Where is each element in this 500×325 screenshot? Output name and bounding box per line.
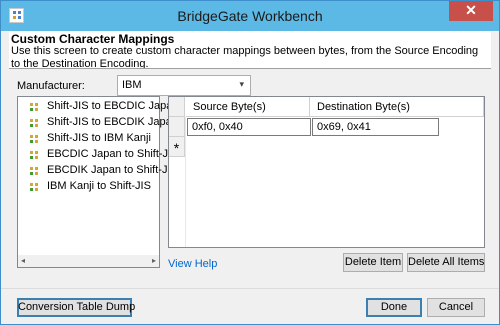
tree-item-label: Shift-JIS to IBM Kanji xyxy=(47,132,151,144)
source-byte-cell[interactable]: 0xf0, 0x40 xyxy=(187,118,311,136)
tree-item-label: Shift-JIS to EBCDIC Japan xyxy=(47,100,179,112)
mapping-icon xyxy=(30,119,39,128)
view-help-link[interactable]: View Help xyxy=(168,258,217,270)
conversion-table-dump-button[interactable]: Conversion Table Dump xyxy=(17,298,135,317)
mapping-icon xyxy=(30,135,39,144)
tree-horizontal-scrollbar[interactable]: ◂ ▸ xyxy=(18,255,159,267)
banner-divider xyxy=(9,68,491,69)
mapping-icon xyxy=(30,167,39,176)
delete-all-items-button[interactable]: Delete All Items xyxy=(407,253,485,272)
new-row-marker[interactable]: * xyxy=(169,137,185,157)
mapping-icon xyxy=(30,183,39,192)
mapping-icon xyxy=(30,103,39,112)
header-banner: Custom Character Mappings Use this scree… xyxy=(9,31,491,68)
column-header-destination[interactable]: Destination Byte(s) xyxy=(310,97,484,117)
tree-item[interactable]: IBM Kanji to Shift-JIS xyxy=(30,180,160,196)
page-title: Custom Character Mappings xyxy=(11,32,175,46)
tree-item-label: IBM Kanji to Shift-JIS xyxy=(47,180,151,192)
manufacturer-dropdown[interactable]: IBM ▾ xyxy=(117,75,251,96)
tree-item-label: EBCDIK Japan to Shift-JIS xyxy=(47,164,178,176)
row-header[interactable] xyxy=(169,117,185,137)
close-button[interactable]: ✕ xyxy=(449,1,493,21)
tree-item[interactable]: Shift-JIS to IBM Kanji xyxy=(30,132,160,148)
scroll-right-icon[interactable]: ▸ xyxy=(152,255,156,267)
footer-divider xyxy=(1,288,499,289)
cancel-button[interactable]: Cancel xyxy=(427,298,485,317)
window-title: BridgeGate Workbench xyxy=(177,8,323,24)
tree-item-label: EBCDIC Japan to Shift-JIS xyxy=(47,148,179,160)
column-header-source[interactable]: Source Byte(s) xyxy=(186,97,310,117)
grid-divider xyxy=(185,117,186,247)
tree-item[interactable]: Shift-JIS to EBCDIC Japan xyxy=(30,100,178,116)
tree-item[interactable]: EBCDIC Japan to Shift-JIS xyxy=(30,148,178,164)
mapping-tree[interactable]: Shift-JIS to EBCDIC Japan Shift-JIS to E… xyxy=(17,96,178,268)
manufacturer-label: Manufacturer: xyxy=(17,80,85,92)
mapping-icon xyxy=(30,151,39,160)
scroll-left-icon[interactable]: ◂ xyxy=(21,255,25,267)
title-bar[interactable]: BridgeGate Workbench ✕ xyxy=(1,1,499,31)
chevron-down-icon: ▾ xyxy=(239,79,244,89)
tree-item-label: Shift-JIS to EBCDIK Japan xyxy=(47,116,178,128)
tree-item[interactable]: Shift-JIS to EBCDIK Japan xyxy=(30,116,178,132)
done-button[interactable]: Done xyxy=(366,298,422,317)
delete-item-button[interactable]: Delete Item xyxy=(343,253,403,272)
workbench-window: BridgeGate Workbench ✕ Custom Character … xyxy=(0,0,500,325)
manufacturer-value: IBM xyxy=(122,79,142,91)
grid-corner xyxy=(169,97,185,117)
destination-byte-cell[interactable]: 0x69, 0x41 xyxy=(312,118,439,136)
tree-item[interactable]: EBCDIK Japan to Shift-JIS xyxy=(30,164,178,180)
page-description: Use this screen to create custom charact… xyxy=(11,45,479,68)
mapping-grid[interactable]: Source Byte(s) Destination Byte(s) 0xf0,… xyxy=(168,96,485,248)
